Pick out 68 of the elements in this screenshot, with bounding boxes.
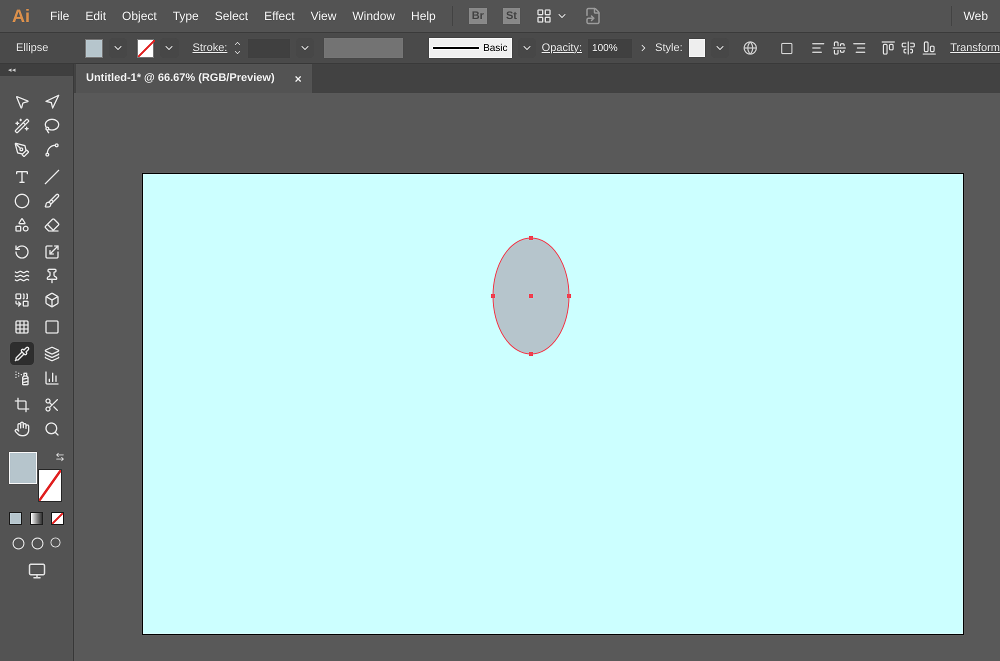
align-left-icon[interactable] bbox=[811, 40, 826, 56]
shape-builder-icon bbox=[14, 292, 30, 308]
menu-item[interactable]: Edit bbox=[77, 7, 114, 25]
gradient-mode-swatch[interactable] bbox=[30, 512, 43, 525]
zoom-icon bbox=[44, 420, 60, 436]
solid-arrow-icon bbox=[44, 94, 60, 110]
wave-icon bbox=[14, 268, 30, 284]
document-tab[interactable]: Untitled-1* @ 66.67% (RGB/Preview) × bbox=[76, 64, 312, 93]
cube-icon bbox=[44, 292, 60, 308]
menu-item[interactable]: Select bbox=[206, 7, 256, 25]
up-caret-icon bbox=[233, 39, 242, 48]
ellipse-icon bbox=[14, 192, 30, 208]
eraser-icon bbox=[44, 216, 60, 232]
shapes-icon bbox=[14, 216, 30, 232]
transform-link[interactable]: Transform bbox=[950, 40, 1000, 56]
align-right-icon[interactable] bbox=[852, 40, 867, 56]
graphic-style-swatch[interactable] bbox=[688, 39, 705, 57]
stroke-label[interactable]: Stroke: bbox=[192, 40, 228, 56]
none-mode-swatch[interactable] bbox=[51, 512, 64, 525]
gradient-square-icon bbox=[44, 318, 60, 334]
ellipse-shape[interactable] bbox=[489, 235, 573, 357]
down-caret-icon bbox=[233, 48, 242, 57]
paintbrush-icon bbox=[44, 192, 60, 208]
swap-icon[interactable] bbox=[54, 452, 64, 462]
color-mode-swatch[interactable] bbox=[9, 512, 22, 525]
type-icon bbox=[14, 168, 30, 184]
hand-icon bbox=[14, 420, 30, 436]
curve-pen-icon bbox=[44, 142, 60, 158]
menu-item[interactable]: Object bbox=[114, 7, 165, 25]
selection-type-label: Ellipse bbox=[15, 40, 50, 56]
app-logo: Ai bbox=[12, 4, 30, 28]
workspace-switcher[interactable]: Web bbox=[952, 7, 1000, 25]
align-top-icon[interactable] bbox=[880, 40, 896, 56]
scale-icon bbox=[44, 244, 60, 260]
fill-swatch[interactable] bbox=[85, 38, 103, 58]
arrange-documents-icon[interactable] bbox=[536, 8, 552, 24]
align-middle-icon[interactable] bbox=[901, 40, 916, 56]
crop-icon bbox=[14, 396, 30, 412]
menu-item[interactable]: Window bbox=[344, 7, 404, 25]
rotate-icon bbox=[14, 244, 30, 260]
eyedropper-icon bbox=[14, 346, 30, 362]
menu-item[interactable]: Type bbox=[164, 7, 207, 25]
stroke-weight-spinner[interactable] bbox=[233, 39, 242, 57]
arrow-pointer-icon bbox=[14, 94, 30, 110]
align-center-icon[interactable] bbox=[832, 40, 846, 56]
menu-item[interactable]: Help bbox=[403, 7, 444, 25]
opacity-label[interactable]: Opacity: bbox=[542, 40, 582, 56]
eyedropper-tool[interactable] bbox=[10, 342, 34, 365]
align-bottom-icon[interactable] bbox=[922, 40, 936, 56]
brush-profile-field[interactable]: Basic bbox=[429, 38, 512, 58]
menu-item[interactable]: File bbox=[42, 7, 78, 25]
stroke-none-swatch[interactable] bbox=[38, 469, 62, 502]
scissors-icon bbox=[44, 396, 60, 412]
pin-icon bbox=[44, 268, 60, 284]
spray-can-icon bbox=[14, 370, 30, 386]
bar-graph-icon bbox=[44, 370, 60, 386]
opacity-field[interactable]: 100% bbox=[588, 38, 632, 58]
style-label: Style: bbox=[655, 40, 683, 56]
pen-nib-icon bbox=[14, 142, 30, 158]
menu-item[interactable]: View bbox=[302, 7, 344, 25]
lasso-icon bbox=[44, 118, 60, 134]
magic-wand-icon bbox=[14, 118, 30, 134]
menu-item[interactable]: Effect bbox=[256, 7, 303, 25]
screen-mode-icon[interactable] bbox=[28, 562, 46, 580]
close-tab-button[interactable]: × bbox=[294, 70, 302, 88]
mesh-grid-icon bbox=[14, 318, 30, 334]
stroke-none-swatch[interactable] bbox=[136, 38, 154, 58]
line-icon bbox=[44, 168, 60, 184]
